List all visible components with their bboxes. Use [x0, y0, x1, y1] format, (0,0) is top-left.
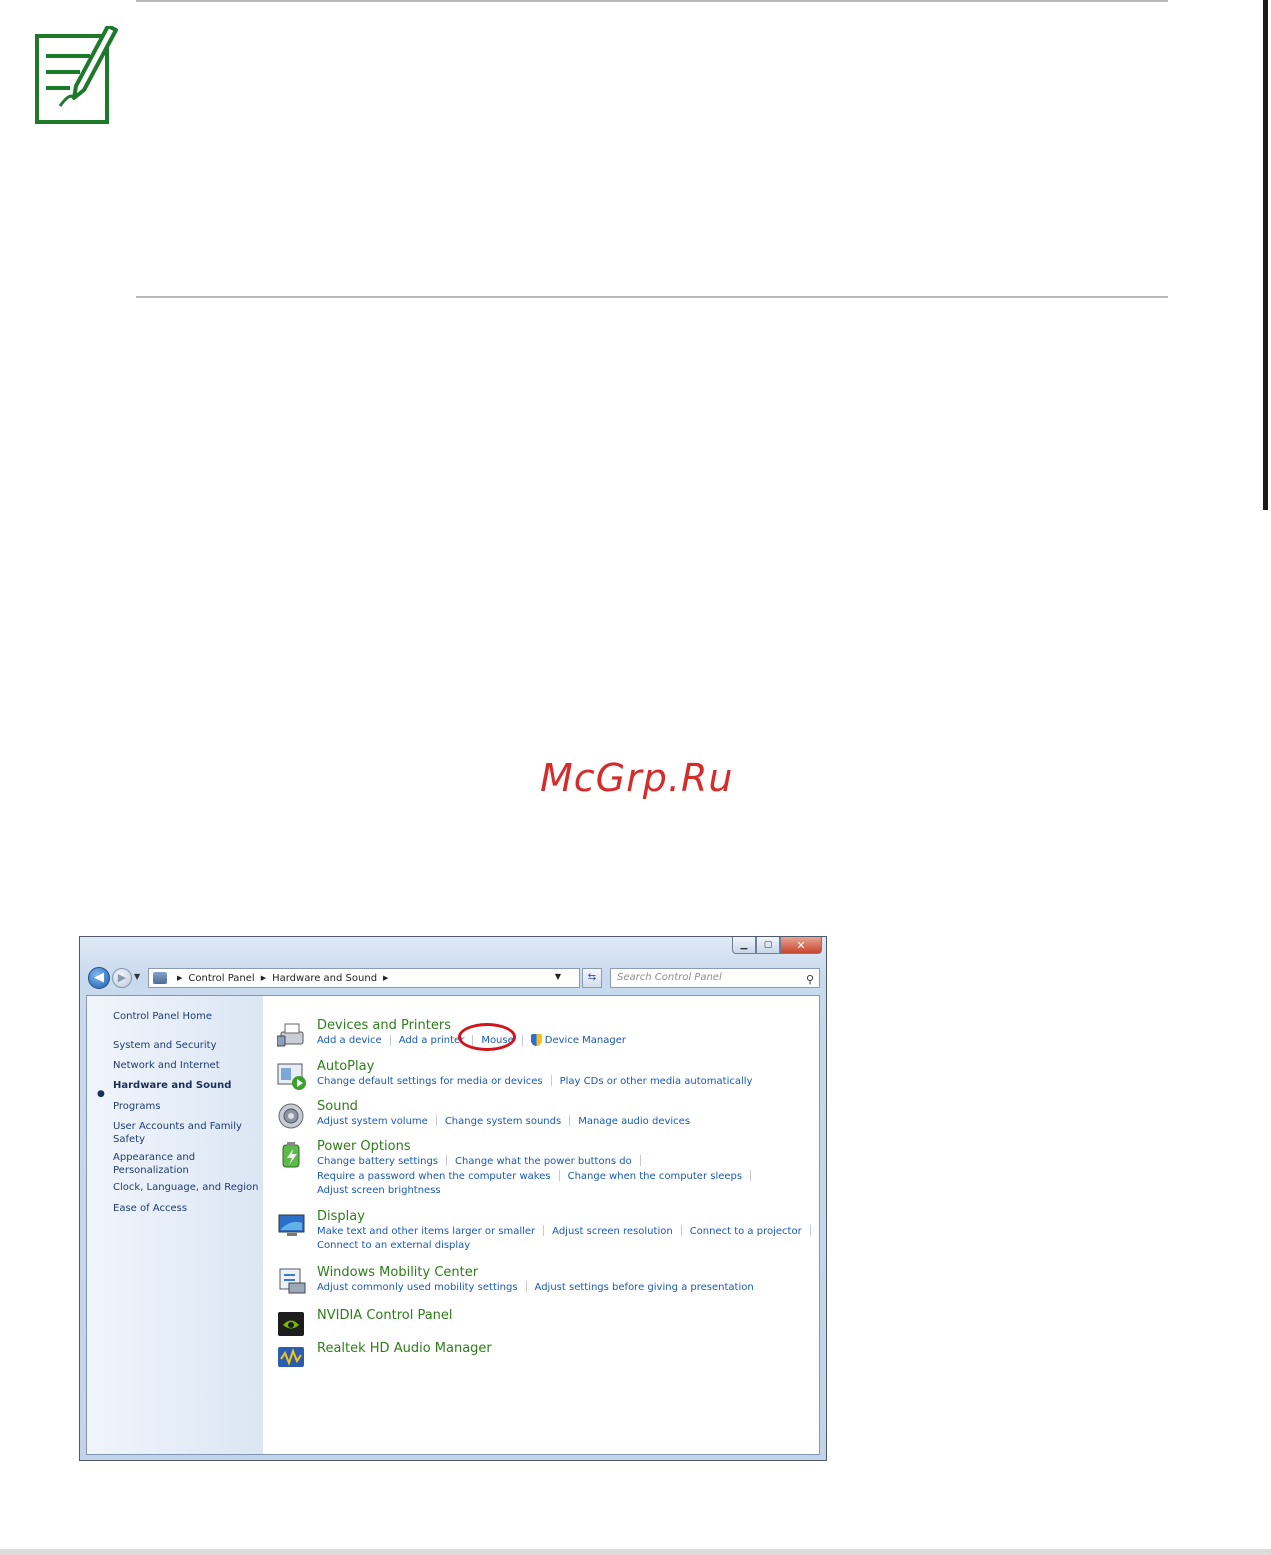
link-connect-projector[interactable]: Connect to a projector: [690, 1226, 802, 1237]
nav-appearance[interactable]: Appearance and Personalization: [113, 1151, 203, 1177]
link-text-size[interactable]: Make text and other items larger or smal…: [317, 1226, 535, 1237]
chevron-right-icon[interactable]: ▶: [177, 974, 182, 982]
link-presentation-settings[interactable]: Adjust settings before giving a presenta…: [535, 1282, 754, 1293]
nav-control-panel-home[interactable]: Control Panel Home: [113, 1010, 261, 1023]
nav-user-accounts[interactable]: User Accounts and Family Safety: [113, 1120, 243, 1146]
link-change-sounds[interactable]: Change system sounds: [445, 1116, 561, 1127]
search-placeholder: Search Control Panel: [617, 972, 722, 983]
forward-button[interactable]: ▶: [112, 968, 132, 988]
link-row: Adjust screen brightness: [317, 1185, 441, 1196]
realtek-audio-icon: [278, 1347, 304, 1367]
monitor-icon: [278, 1214, 305, 1236]
mobility-center-icon: [279, 1268, 306, 1294]
link-row: Connect to an external display: [317, 1240, 470, 1251]
navigation-bar: ◀ ▶ ▼ ▶ Control Panel ▶ Hardware and Sou…: [88, 967, 820, 989]
back-button[interactable]: ◀: [88, 967, 110, 989]
link-row: Change battery settings Change what the p…: [317, 1155, 649, 1167]
refresh-button[interactable]: ⇆: [582, 968, 602, 988]
link-add-printer[interactable]: Add a printer: [399, 1035, 465, 1046]
control-panel-window: ▁ ▢ ✕ ◀ ▶ ▼ ▶ Control Panel ▶ Hardware a…: [79, 936, 827, 1461]
category-title[interactable]: Devices and Printers: [317, 1018, 451, 1033]
link-external-display[interactable]: Connect to an external display: [317, 1240, 470, 1251]
breadcrumb-hardware-and-sound[interactable]: Hardware and Sound: [272, 973, 377, 984]
autoplay-icon: [277, 1063, 306, 1090]
footer-strip: [0, 1549, 1271, 1555]
battery-icon: [282, 1142, 300, 1168]
navigation-pane: Control Panel Home System and Security N…: [87, 996, 263, 1454]
chevron-right-icon[interactable]: ▶: [261, 974, 266, 982]
history-dropdown-icon[interactable]: ▼: [134, 972, 140, 981]
category-title[interactable]: Windows Mobility Center: [317, 1265, 478, 1280]
nav-network-and-internet[interactable]: Network and Internet: [113, 1059, 261, 1072]
link-adjust-volume[interactable]: Adjust system volume: [317, 1116, 428, 1127]
link-add-device[interactable]: Add a device: [317, 1035, 382, 1046]
category-title[interactable]: Sound: [317, 1099, 358, 1114]
caption-buttons: ▁ ▢ ✕: [732, 937, 822, 954]
nav-system-and-security[interactable]: System and Security: [113, 1039, 261, 1052]
link-row: Require a password when the computer wak…: [317, 1170, 759, 1182]
nav-programs[interactable]: Programs: [113, 1100, 261, 1113]
bottom-rule: [136, 296, 1168, 298]
printer-icon: [277, 1023, 304, 1047]
uac-shield-icon: [530, 1034, 542, 1046]
close-button[interactable]: ✕: [780, 937, 822, 954]
client-area: Control Panel Home System and Security N…: [86, 995, 820, 1455]
maximize-button[interactable]: ▢: [756, 937, 780, 954]
speaker-icon: [278, 1103, 304, 1129]
nav-hardware-and-sound[interactable]: Hardware and Sound: [113, 1079, 261, 1092]
link-play-cds[interactable]: Play CDs or other media automatically: [560, 1076, 753, 1087]
category-title[interactable]: AutoPlay: [317, 1059, 374, 1074]
minimize-button[interactable]: ▁: [732, 937, 756, 954]
link-screen-brightness[interactable]: Adjust screen brightness: [317, 1185, 441, 1196]
address-bar[interactable]: ▶ Control Panel ▶ Hardware and Sound ▶ ▼: [148, 968, 580, 988]
nav-ease-of-access[interactable]: Ease of Access: [113, 1202, 261, 1215]
link-power-buttons[interactable]: Change what the power buttons do: [455, 1156, 632, 1167]
address-dropdown-icon[interactable]: ▼: [555, 972, 561, 981]
link-mobility-settings[interactable]: Adjust commonly used mobility settings: [317, 1282, 518, 1293]
page-edge-bar: [1263, 0, 1268, 510]
control-panel-icon: [153, 972, 167, 984]
link-battery-settings[interactable]: Change battery settings: [317, 1156, 438, 1167]
category-title[interactable]: Power Options: [317, 1139, 411, 1154]
link-change-default-settings[interactable]: Change default settings for media or dev…: [317, 1076, 543, 1087]
link-row: Adjust system volume Change system sounds…: [317, 1115, 690, 1127]
nvidia-icon: [278, 1312, 304, 1336]
link-require-password[interactable]: Require a password when the computer wak…: [317, 1171, 551, 1182]
link-row: Adjust commonly used mobility settings Ad…: [317, 1281, 754, 1293]
chevron-right-icon[interactable]: ▶: [383, 974, 388, 982]
category-title[interactable]: NVIDIA Control Panel: [317, 1308, 453, 1323]
active-bullet-icon: ●: [97, 1089, 105, 1099]
breadcrumb-control-panel[interactable]: Control Panel: [188, 973, 254, 984]
link-screen-resolution[interactable]: Adjust screen resolution: [552, 1226, 673, 1237]
category-title[interactable]: Display: [317, 1209, 365, 1224]
mouse-highlight-ring: [458, 1023, 516, 1051]
nav-clock-language-region[interactable]: Clock, Language, and Region: [113, 1181, 261, 1194]
search-icon[interactable]: ⚲: [806, 971, 814, 989]
link-row: Make text and other items larger or smal…: [317, 1225, 819, 1237]
link-computer-sleeps[interactable]: Change when the computer sleeps: [568, 1171, 743, 1182]
content-pane: Devices and Printers Add a device Add a p…: [277, 996, 817, 1454]
watermark: McGrp.Ru: [540, 756, 734, 800]
link-manage-audio[interactable]: Manage audio devices: [578, 1116, 690, 1127]
link-row: Change default settings for media or dev…: [317, 1075, 752, 1087]
note-pencil-icon: [35, 26, 118, 124]
category-title[interactable]: Realtek HD Audio Manager: [317, 1341, 492, 1356]
link-device-manager[interactable]: Device Manager: [545, 1035, 626, 1046]
search-input[interactable]: Search Control Panel ⚲: [610, 968, 820, 988]
top-rule: [136, 0, 1168, 2]
